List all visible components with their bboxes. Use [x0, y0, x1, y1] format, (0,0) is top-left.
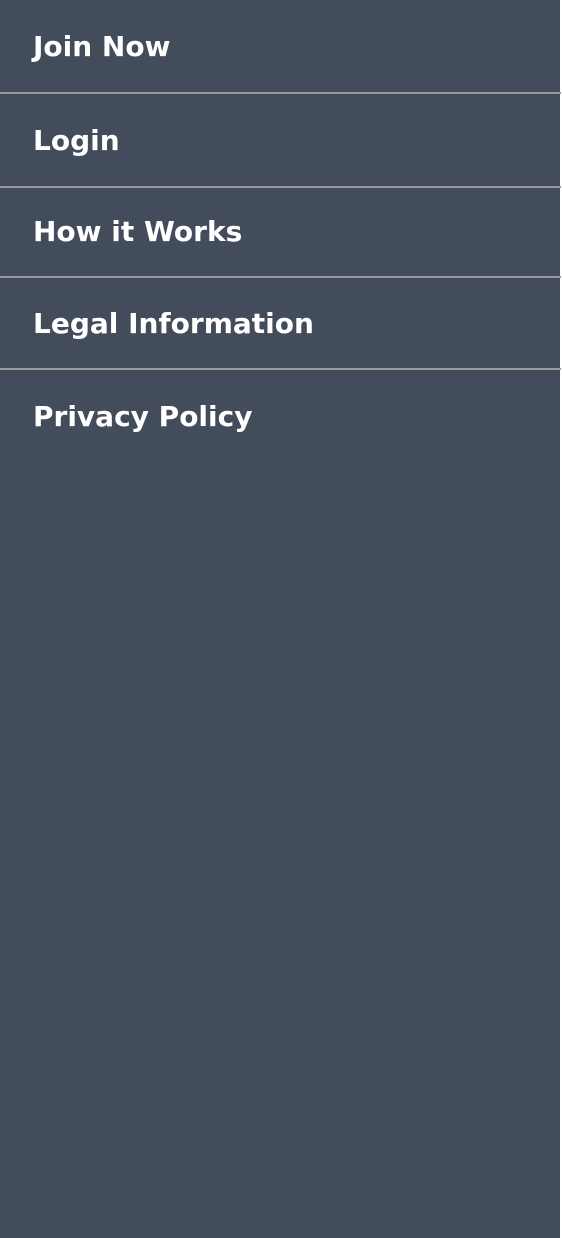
menu-item-privacy-policy[interactable]: Privacy Policy — [0, 370, 561, 464]
menu-item-how-it-works[interactable]: How it Works — [0, 188, 561, 278]
side-menu: Join Now Login How it Works Legal Inform… — [0, 0, 561, 1238]
menu-item-legal-information[interactable]: Legal Information — [0, 278, 561, 370]
menu-item-login[interactable]: Login — [0, 94, 561, 188]
menu-item-join-now[interactable]: Join Now — [0, 0, 561, 94]
